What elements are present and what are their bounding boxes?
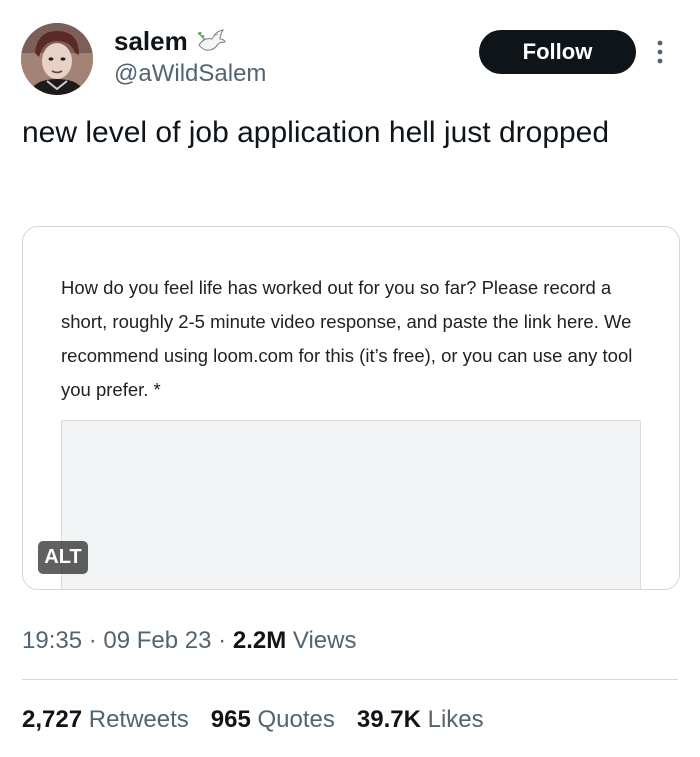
tweet-date[interactable]: 09 Feb 23	[103, 627, 211, 654]
form-answer-textarea	[61, 420, 641, 589]
quotes-count: 965	[210, 706, 251, 733]
likes-label: Likes	[427, 706, 484, 733]
media-image[interactable]: How do you feel life has worked out for …	[22, 226, 680, 590]
tweet-time[interactable]: 19:35	[22, 627, 82, 654]
dove-icon	[196, 27, 226, 55]
views-count: 2.2M	[232, 627, 287, 654]
engagement-stats: 2,727 Retweets 965 Quotes 39.7K Likes	[22, 702, 484, 738]
quotes-label: Quotes	[257, 706, 335, 733]
retweets-count: 2,727	[22, 706, 83, 733]
tweet-card: salem @aWildSalem Follow new level of jo…	[0, 0, 700, 757]
divider	[22, 679, 678, 680]
likes-stat[interactable]: 39.7K Likes	[357, 702, 484, 738]
views-label: Views	[292, 627, 357, 654]
display-name-text: salem	[114, 26, 188, 56]
avatar[interactable]	[21, 23, 93, 95]
follow-button[interactable]: Follow	[479, 30, 636, 74]
more-options-icon[interactable]	[650, 38, 670, 68]
meta-separator: ·	[218, 627, 227, 654]
retweets-stat[interactable]: 2,727 Retweets	[22, 702, 189, 738]
alt-badge[interactable]: ALT	[38, 541, 88, 574]
form-question-text: How do you feel life has worked out for …	[61, 277, 633, 400]
avatar-photo	[21, 23, 93, 95]
tweet-text: new level of job application hell just d…	[22, 116, 610, 149]
tweet-meta: 19:35 · 09 Feb 23 · 2.2M Views	[22, 623, 356, 659]
display-name[interactable]: salem	[114, 24, 226, 58]
likes-count: 39.7K	[356, 706, 421, 733]
author-handle[interactable]: @aWildSalem	[114, 59, 266, 89]
retweets-label: Retweets	[88, 706, 189, 733]
quotes-stat[interactable]: 965 Quotes	[211, 702, 335, 738]
meta-separator: ·	[88, 627, 97, 654]
